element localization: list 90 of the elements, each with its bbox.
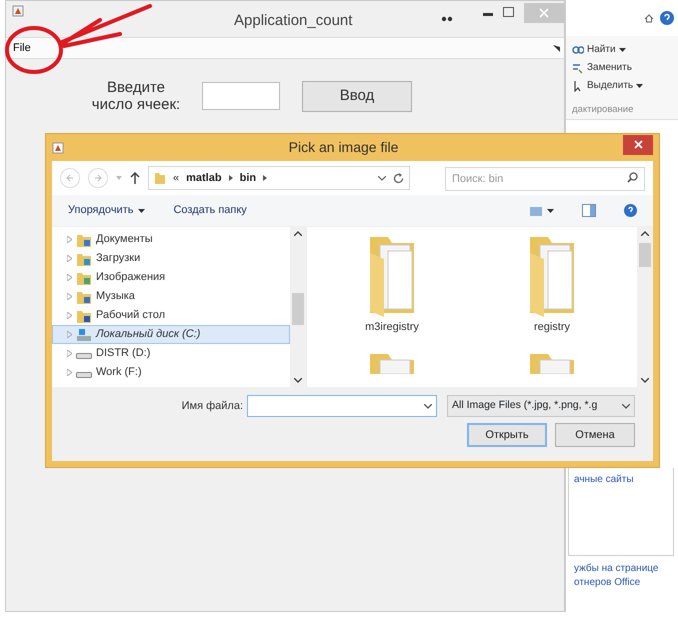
drive-icon (76, 372, 92, 378)
link[interactable]: отнеров Office (574, 576, 640, 590)
scroll-down-icon[interactable] (641, 378, 649, 383)
caret-icon (636, 84, 644, 88)
open-button[interactable]: Открыть (467, 423, 547, 447)
menu-item[interactable]: File (10, 40, 34, 56)
expand-arrow-icon[interactable] (67, 293, 72, 300)
dropdown-icon[interactable] (378, 176, 386, 180)
search-field[interactable]: Поиск: bin (445, 167, 645, 191)
drive-icon (76, 328, 92, 342)
library-folder-icon (76, 270, 92, 284)
file-type-dropdown[interactable]: All Image Files (*.jpg, *.png, *.g (447, 395, 635, 417)
scrollbar-thumb[interactable] (639, 243, 651, 267)
file-name-label: Имя файла: (182, 398, 243, 414)
file-name[interactable]: m3iregistry (365, 319, 419, 336)
toolbar-button[interactable]: Создать папку (173, 202, 247, 219)
group-label: дактирование (572, 102, 634, 117)
preview-pane-icon[interactable] (582, 204, 596, 217)
scroll-down-icon[interactable] (294, 378, 302, 383)
breadcrumb-item[interactable]: matlab (186, 170, 222, 186)
app-icon[interactable] (12, 5, 24, 17)
enter-button[interactable]: Ввод (302, 80, 412, 112)
prompt-label: Введите число ячеек: (90, 79, 182, 113)
expand-arrow-icon[interactable] (67, 369, 72, 376)
library-folder-icon (76, 308, 92, 322)
ribbon-item[interactable]: Найти (572, 42, 674, 57)
minimize-icon[interactable] (483, 13, 493, 17)
link[interactable]: ачные сайты (574, 473, 634, 487)
cancel-button[interactable]: Отмена (555, 423, 635, 447)
close-button[interactable] (623, 134, 653, 154)
back-arrow-icon (66, 174, 74, 182)
ribbon-item[interactable]: Заменить (572, 60, 674, 75)
expand-arrow-icon[interactable] (67, 312, 72, 319)
dropdown-icon (622, 404, 630, 408)
window-title: Application_count (234, 11, 352, 31)
number-input[interactable] (202, 82, 280, 110)
chevron-icon[interactable] (228, 175, 233, 181)
binoculars-icon (572, 44, 584, 56)
folder-icon (154, 171, 166, 185)
link[interactable]: ужбы на странице (574, 562, 658, 576)
toolbar-button[interactable]: Упорядочить (68, 202, 146, 219)
expand-arrow-icon[interactable] (67, 350, 72, 357)
scroll-up-icon[interactable] (641, 231, 649, 236)
up-arrow-icon[interactable] (130, 172, 140, 184)
expand-arrow-icon[interactable] (67, 331, 72, 338)
library-folder-icon (76, 290, 92, 304)
breadcrumb-item[interactable]: bin (240, 170, 256, 186)
replace-icon (572, 62, 584, 74)
drive-icon (76, 353, 92, 359)
file-name-field[interactable] (247, 395, 437, 417)
caret-icon (138, 208, 146, 212)
nav-item[interactable]: DISTR (D:) (52, 344, 290, 363)
caret-icon[interactable] (116, 176, 122, 180)
view-options-icon[interactable] (530, 206, 554, 216)
refresh-icon[interactable] (393, 172, 404, 184)
nav-item[interactable]: Локальный диск (C:) (52, 325, 290, 344)
expand-arrow-icon[interactable] (67, 255, 72, 262)
nav-item[interactable]: Документы (52, 230, 290, 249)
close-icon (539, 8, 549, 18)
back-button[interactable] (60, 168, 80, 188)
expand-arrow-icon[interactable] (67, 274, 72, 281)
arrow-icon[interactable] (553, 44, 560, 52)
close-icon (634, 140, 642, 149)
nav-item[interactable]: Work (F:) (52, 363, 290, 382)
dots-icon[interactable] (441, 16, 453, 22)
nav-item[interactable]: Изображения (52, 268, 290, 287)
nav-item[interactable]: Рабочий стол (52, 306, 290, 325)
help-icon[interactable] (660, 11, 674, 25)
library-folder-icon (76, 232, 92, 246)
dropdown-icon (424, 404, 432, 408)
app-icon[interactable] (52, 142, 64, 154)
forward-arrow-icon (94, 174, 102, 182)
ribbon-item[interactable]: Выделить (572, 78, 674, 93)
scroll-up-icon[interactable] (294, 231, 302, 236)
help-icon[interactable] (624, 204, 637, 217)
dialog-title: Pick an image file (288, 138, 400, 157)
caret-icon (618, 48, 626, 52)
nav-item[interactable]: Музыка (52, 287, 290, 306)
address-bar[interactable]: « matlab bin (148, 166, 410, 190)
expand-arrow-icon[interactable] (67, 236, 72, 243)
scrollbar-thumb[interactable] (292, 293, 304, 325)
nav-item[interactable]: Загрузки (52, 249, 290, 268)
home-icon[interactable] (644, 13, 654, 23)
library-folder-icon (76, 252, 92, 266)
breadcrumb-overflow[interactable]: « (173, 170, 180, 186)
file-name[interactable]: registry (534, 319, 570, 336)
search-icon (627, 172, 638, 183)
maximize-icon[interactable] (503, 7, 514, 17)
chevron-icon[interactable] (263, 175, 268, 181)
forward-button[interactable] (88, 168, 108, 188)
